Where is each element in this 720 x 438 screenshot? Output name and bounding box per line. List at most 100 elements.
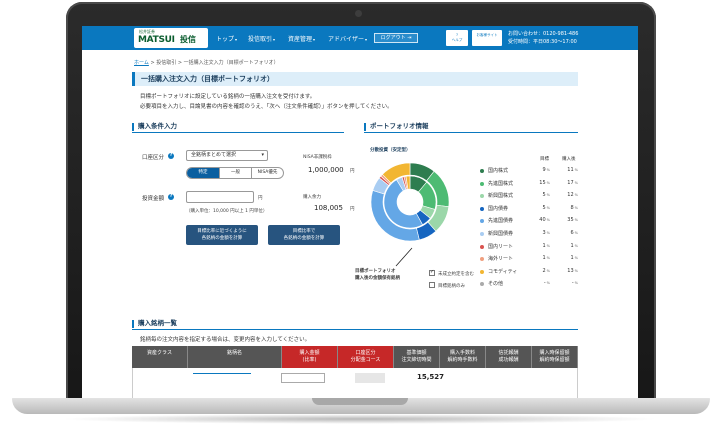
legend-dot	[480, 169, 484, 173]
include-pending-checkbox[interactable]	[429, 269, 435, 276]
breadcrumb-current: 一括購入注文入力（目標ポートフォリオ）	[183, 60, 279, 66]
section-portfolio-info: ポートフォリオ情報	[364, 121, 578, 133]
legend-target-value: 15%	[539, 179, 550, 186]
legend-label: 新興国株式	[488, 193, 514, 200]
breadcrumb: ホーム > 投信取引 > 一括購入注文入力（目標ポートフォリオ）	[134, 60, 279, 66]
logo-main: MATSUI	[138, 35, 175, 45]
legend-after-value: 35%	[567, 217, 578, 224]
chevron-down-icon: ▾	[261, 152, 264, 158]
amount-input[interactable]	[186, 191, 254, 203]
top-navigation-bar: 松井証券 MATSUI 投信 トップ▾ 投信取引▾ 資産管理▾ アドバイザー▾ …	[82, 26, 638, 50]
contact-phone: お問い合わせ：0120-981-486	[508, 31, 579, 37]
legend-label: 先進国株式	[488, 180, 514, 187]
logout-button[interactable]: ログアウト ⇥	[374, 33, 418, 43]
chart-title: 分散投資（安定型）	[370, 148, 411, 153]
account-select[interactable]: 全銘柄まとめて選択 ▾	[186, 150, 268, 161]
legend-target-value: -%	[543, 280, 550, 287]
nisa-limit-value: 1,000,000	[308, 166, 344, 174]
table-header-cell: 購入金額 (比率)	[282, 346, 338, 368]
legend-dot	[480, 282, 484, 287]
legend-target-value: 1%	[542, 255, 550, 262]
matsui-logo[interactable]: 松井証券 MATSUI 投信	[134, 28, 208, 48]
legend-dot	[480, 232, 484, 236]
table-header-cell: 口座区分 分配金コース	[338, 346, 394, 368]
target-only-checkbox[interactable]	[429, 282, 435, 288]
table-header-cell: 銘柄名	[188, 346, 282, 368]
fund-name-link[interactable]	[193, 373, 251, 374]
customer-site-button[interactable]: お客様サイト	[472, 30, 502, 46]
purchase-list-instruction: 銘柄毎の注文内容を指定する場合は、変更内容を入力してください。	[140, 337, 311, 343]
legend-label: その他	[488, 281, 504, 288]
purchase-power-label: 購入余力	[303, 195, 321, 200]
table-header-cell: 資産クラス	[132, 346, 188, 368]
laptop-notch	[312, 398, 408, 405]
legend-dot	[480, 257, 484, 262]
table-header-cell: 購入時保留額 解約時保留額	[532, 346, 578, 368]
legend-dot	[480, 194, 484, 199]
calc-target-ratio-button[interactable]: 目標比率で 各銘柄の金額を計算	[268, 225, 340, 245]
table-header-cell: 信託報酬 成功報酬	[486, 346, 532, 368]
section-purchase-list: 購入銘柄一覧	[132, 318, 578, 330]
legend-row: コモディティ 2% 13%	[480, 268, 580, 276]
legend-after-value: 12%	[567, 192, 578, 199]
table-header-cell: 購入手数料 解約時手数料	[440, 346, 486, 368]
account-label: 口座区分	[142, 155, 165, 161]
calc-approach-target-button[interactable]: 目標比率に近づくように 各銘柄の金額を計算	[186, 225, 258, 245]
legend-row: 国内リート 1% 1%	[480, 243, 580, 251]
legend-row: その他 -% -%	[480, 280, 580, 288]
nav-top[interactable]: トップ▾	[216, 34, 237, 43]
legend-label: 国内株式	[488, 168, 509, 174]
chart-callout-line2: 購入後の金額保有銘柄	[355, 276, 400, 281]
purchase-power-value: 108,005	[314, 204, 343, 212]
nisa-limit-label: NISA非課税枠	[303, 155, 332, 160]
segment-ippan[interactable]: 一般	[219, 168, 251, 178]
legend-row: 新興国株式 5% 12%	[480, 192, 580, 200]
legend-target-value: 2%	[542, 267, 550, 274]
legend-target-value: 5%	[542, 192, 550, 199]
legend-row: 国内債券 5% 8%	[480, 205, 580, 213]
segment-nisa[interactable]: NISA優先	[251, 168, 283, 178]
browser-viewport: 松井証券 MATSUI 投信 トップ▾ 投信取引▾ 資産管理▾ アドバイザー▾ …	[82, 26, 638, 398]
legend-after-value: 1%	[570, 242, 578, 249]
legend-dot	[480, 206, 484, 211]
legend-target-value: 3%	[542, 230, 550, 236]
legend-dot	[480, 181, 484, 186]
account-type-toggle: 特定 一般 NISA優先	[186, 167, 284, 179]
legend-row: 先進国債券 40% 35%	[480, 217, 580, 225]
nav-trade[interactable]: 投信取引▾	[248, 34, 275, 43]
legend-target-value: 5%	[542, 204, 550, 211]
legend-after-value: 1%	[570, 255, 578, 262]
breadcrumb-home[interactable]: ホーム	[134, 60, 149, 66]
amount-help-icon[interactable]: ?	[168, 194, 174, 200]
contact-info: お問い合わせ：0120-981-486 受付時間：平日08:30〜17:00	[508, 30, 578, 46]
table-row: 15,527	[132, 368, 578, 398]
contact-hours: 受付時間：平日08:30〜17:00	[508, 39, 577, 45]
target-only-label: 目標銘柄のみ	[438, 284, 465, 289]
legend-after-value: 13%	[567, 267, 578, 274]
webcam	[355, 10, 362, 17]
legend-target-value: 1%	[542, 242, 550, 249]
legend-dot	[480, 219, 484, 224]
breadcrumb-trade: 投信取引	[156, 60, 177, 66]
legend-row: 国内株式 9% 11%	[480, 167, 580, 175]
legend-row: 海外リート 1% 1%	[480, 255, 580, 263]
nav-assets[interactable]: 資産管理▾	[288, 34, 315, 43]
amount-unit: 円	[258, 196, 263, 201]
logo-jp: 投信	[180, 35, 196, 44]
help-button[interactable]: ? ヘルプ	[446, 30, 468, 46]
legend-label: 新興国債券	[488, 231, 514, 237]
amount-cell-input[interactable]	[281, 373, 325, 383]
description-line2: 必要項目を入力し、目論見書の内容を確認のうえ、「次へ（注文条件確認）」ボタンを押…	[140, 104, 393, 110]
col-target-header: 目標	[540, 157, 549, 162]
table-header-cell: 基準価額 注文締切時間	[394, 346, 440, 368]
account-cell-select[interactable]	[355, 373, 385, 383]
nav-advisor[interactable]: アドバイザー▾	[328, 34, 367, 43]
amount-note: （購入単位：10,000 円以上 1 円単位）	[186, 209, 268, 214]
include-pending-label: 未成立約定を含む	[438, 272, 474, 277]
legend-after-value: -%	[571, 280, 578, 287]
legend-label: コモディティ	[488, 268, 518, 275]
section-purchase-conditions: 購入条件入力	[132, 121, 344, 133]
account-help-icon[interactable]: ?	[168, 153, 174, 159]
legend-after-value: 6%	[570, 230, 578, 236]
segment-tokutei[interactable]: 特定	[187, 168, 219, 178]
